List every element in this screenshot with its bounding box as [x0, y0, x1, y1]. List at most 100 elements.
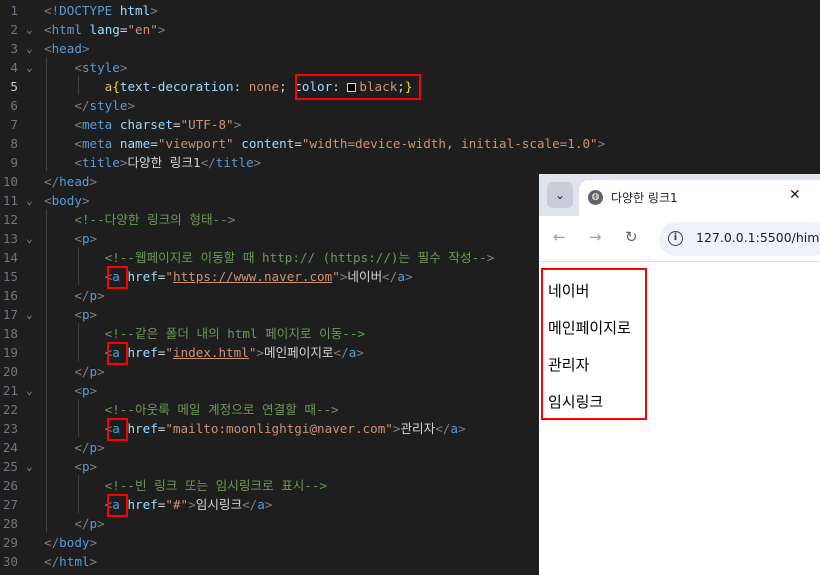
code-text: </html>: [44, 552, 97, 571]
line-number: 13: [2, 231, 18, 246]
info-icon[interactable]: i: [668, 231, 683, 246]
code-token: </: [74, 98, 90, 113]
code-line[interactable]: 8 <meta name="viewport" content="width=d…: [0, 134, 820, 153]
browser-window: ⌄ ◍ 다양한 링크1 ✕ ← → ↻ i 127.0.0.1:5500/him…: [539, 174, 820, 575]
code-token: <!--다양한 링크의 형태-->: [74, 212, 236, 227]
highlight-links: [541, 268, 647, 420]
highlight-anchor-tag-3: [107, 418, 128, 441]
fold-chevron-icon[interactable]: ⌄: [26, 457, 33, 476]
address-bar[interactable]: i 127.0.0.1:5500/hime: [659, 222, 820, 256]
fold-chevron-icon[interactable]: ⌄: [26, 20, 33, 39]
code-text: <body>: [44, 191, 90, 210]
code-token: <: [74, 60, 82, 75]
code-token: </: [242, 497, 258, 512]
line-number: 14: [2, 250, 18, 265]
globe-icon: ◍: [588, 190, 603, 205]
code-token: >: [89, 174, 98, 189]
code-line[interactable]: 3 ⌄ <head>: [0, 39, 820, 58]
fold-chevron-icon[interactable]: ⌄: [26, 381, 33, 400]
code-token: <: [74, 117, 82, 132]
close-icon[interactable]: ✕: [789, 187, 801, 203]
code-text: <a href="index.html">메인페이지로</a>: [44, 343, 364, 362]
code-token: </: [382, 269, 398, 284]
tab-search-button[interactable]: ⌄: [547, 182, 573, 208]
line-number: 4: [10, 60, 18, 75]
code-token: :: [233, 79, 249, 94]
code-token: 다양한 링크1: [127, 155, 201, 170]
fold-chevron-icon[interactable]: ⌄: [26, 191, 33, 210]
fold-chevron-icon[interactable]: ⌄: [26, 305, 33, 324]
line-number: 15: [2, 269, 18, 284]
code-token: title: [81, 155, 120, 170]
code-token: charset: [119, 117, 173, 132]
code-token: >: [233, 117, 242, 132]
highlight-color-declaration: [295, 74, 421, 100]
code-text: </p>: [44, 286, 104, 305]
fold-chevron-icon[interactable]: ⌄: [26, 58, 33, 77]
forward-arrow-icon[interactable]: →: [589, 228, 602, 246]
code-token: >: [356, 345, 364, 360]
code-token: >: [89, 459, 98, 474]
line-number: 5: [10, 79, 18, 94]
code-token: p: [81, 459, 90, 474]
code-text: <!--같은 폴더 내의 html 페이지로 이동-->: [44, 324, 365, 343]
code-text: </body>: [44, 533, 97, 552]
code-token: >: [119, 60, 128, 75]
line-number: 24: [2, 440, 18, 455]
code-token: name: [119, 136, 151, 151]
code-token: 임시링크: [195, 497, 243, 512]
line-number: 30: [2, 554, 18, 569]
chevron-down-icon: ⌄: [554, 188, 566, 202]
line-number: 25: [2, 459, 18, 474]
code-text: </p>: [44, 438, 104, 457]
code-text: <meta name="viewport" content="width=dev…: [44, 134, 605, 153]
code-token: <: [74, 136, 82, 151]
code-token: "UTF-8": [180, 117, 234, 132]
code-line[interactable]: 1 <!DOCTYPE html>: [0, 1, 820, 20]
fold-chevron-icon[interactable]: ⌄: [26, 39, 33, 58]
code-token: </: [74, 288, 90, 303]
fold-chevron-icon[interactable]: ⌄: [26, 229, 33, 248]
code-token: =: [294, 136, 302, 151]
code-text: <!--빈 링크 또는 임시링크로 표시-->: [44, 476, 327, 495]
code-token: "width=device-width, initial-scale=1.0": [301, 136, 598, 151]
code-text: </p>: [44, 362, 104, 381]
line-number: 21: [2, 383, 18, 398]
code-text: <a href="https://www.naver.com">네이버</a>: [44, 267, 413, 286]
tab-active[interactable]: ◍ 다양한 링크1 ✕: [579, 180, 820, 216]
code-line[interactable]: 9 <title>다양한 링크1</title>: [0, 153, 820, 172]
code-token: href: [127, 497, 158, 512]
code-token: href: [127, 269, 158, 284]
reload-icon[interactable]: ↻: [625, 228, 638, 246]
code-token: head: [51, 41, 82, 56]
code-token: "#": [165, 497, 189, 512]
code-text: <a href="#">임시링크</a>: [44, 495, 273, 514]
code-token: >: [97, 516, 105, 531]
code-line[interactable]: 7 <meta charset="UTF-8">: [0, 115, 820, 134]
code-token: >: [457, 421, 466, 436]
code-token: "mailto:moonlightgi@naver.com": [165, 421, 393, 436]
line-number: 6: [10, 98, 18, 113]
code-line[interactable]: 2 ⌄ <html lang="en">: [0, 20, 820, 39]
line-number: 7: [10, 117, 18, 132]
line-number: 29: [2, 535, 18, 550]
code-token: >: [89, 383, 98, 398]
code-token: lang: [89, 22, 120, 37]
back-arrow-icon[interactable]: ←: [553, 228, 566, 246]
code-token: ": [165, 269, 173, 284]
